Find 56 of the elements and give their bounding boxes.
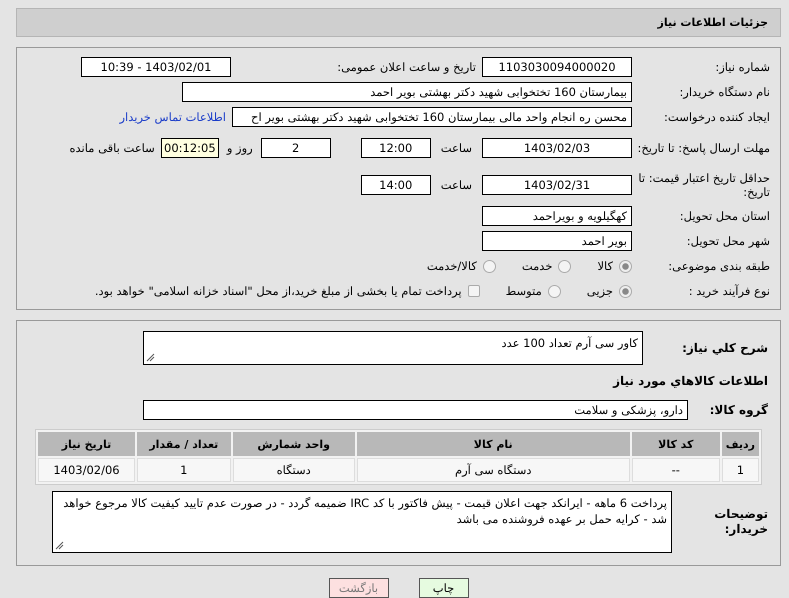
resize-grip-icon xyxy=(146,353,155,362)
field-label: ساعت xyxy=(440,141,472,155)
column-header: تاریخ نیاز xyxy=(38,432,135,456)
resize-grip-icon xyxy=(55,541,64,550)
field-label: شهر محل تحویل: xyxy=(686,234,771,248)
field-label: نام دستگاه خریدار: xyxy=(678,84,771,100)
table-cell: 1 xyxy=(722,458,759,482)
option-label: پرداخت تمام یا بخشی از مبلغ خرید،از محل "اسناد خزانه اسلامی" خواهد بود. xyxy=(94,284,462,298)
countdown-field: 00:12:05 xyxy=(160,138,219,158)
option-label: جزیی xyxy=(586,284,613,298)
date-field: 1403/02/31 xyxy=(482,175,632,195)
field-label: ساعت باقی مانده xyxy=(70,141,155,155)
table-cell: دستگاه xyxy=(232,458,355,482)
field-label: ساعت xyxy=(440,178,472,192)
option-label: کالا/خدمت xyxy=(426,259,477,273)
radio-button[interactable] xyxy=(619,284,632,298)
checkbox[interactable] xyxy=(468,285,480,297)
field-label: استان محل تحویل: xyxy=(678,208,771,224)
field-label: حداقل تاریخ اعتبار قیمت: تا تاریخ: xyxy=(637,170,771,200)
field-label: ایجاد کننده درخواست: xyxy=(663,110,771,124)
radio-button[interactable] xyxy=(548,284,561,298)
column-header: ردیف xyxy=(722,432,759,456)
date-field: 1403/02/03 xyxy=(482,138,632,158)
description-field[interactable]: کاور سی آرم تعداد 100 عدد xyxy=(143,331,643,365)
field-label: گروه کالا: xyxy=(708,402,769,418)
field-label: شرح کلي نياز: xyxy=(681,340,769,356)
field-label: روز و xyxy=(226,141,253,155)
radio-button[interactable] xyxy=(482,260,496,272)
column-header: نام کالا xyxy=(356,432,630,456)
table-cell: 1403/02/06 xyxy=(38,458,135,482)
column-header: واحد شمارش xyxy=(232,432,355,456)
notes-field[interactable]: پرداخت 6 ماهه - ایرانکد جهت اعلان قیمت - پیش فاکتور با کد IRC ضمیمه گردد - در صورت عدم تایید کیفیت کالا مرجوع خواهد شد - کرایه حمل بر عهده فروشنده می باشد xyxy=(52,491,672,553)
contact-link[interactable]: اطلاعات تماس خریدار xyxy=(119,110,226,124)
field-label: مهلت ارسال پاسخ: تا تاریخ: xyxy=(636,140,771,156)
column-header: کد کالا xyxy=(632,432,720,456)
time-field: 12:00 xyxy=(360,138,431,158)
field-label: نوع فرآیند خرید : xyxy=(688,284,771,298)
back-button[interactable]: بازگشت xyxy=(328,578,388,598)
field-label: توضیحات خریدار: xyxy=(713,507,769,537)
option-label: کالا xyxy=(597,259,613,273)
time-field: 14:00 xyxy=(360,175,431,195)
radio-button[interactable] xyxy=(619,260,632,272)
option-label: خدمت xyxy=(522,259,552,273)
section-heading: اطلاعات كالاهاي مورد نياز xyxy=(613,374,769,388)
field-label: تاریخ و ساعت اعلان عمومی: xyxy=(336,60,476,74)
column-header: تعداد / مقدار xyxy=(136,432,231,456)
option-label: متوسط xyxy=(506,284,542,298)
days-field: 2 xyxy=(260,138,331,158)
table-cell: -- xyxy=(632,458,720,482)
field-label: طبقه بندی موضوعی: xyxy=(667,258,771,274)
field-label: شماره نیاز: xyxy=(714,60,771,74)
table-cell: دستگاه سی آرم xyxy=(356,458,630,482)
table-cell: 1 xyxy=(136,458,231,482)
print-button[interactable]: چاپ xyxy=(418,578,468,598)
page-title: جزئیات اطلاعات نیاز xyxy=(658,16,768,29)
radio-button[interactable] xyxy=(558,260,572,272)
